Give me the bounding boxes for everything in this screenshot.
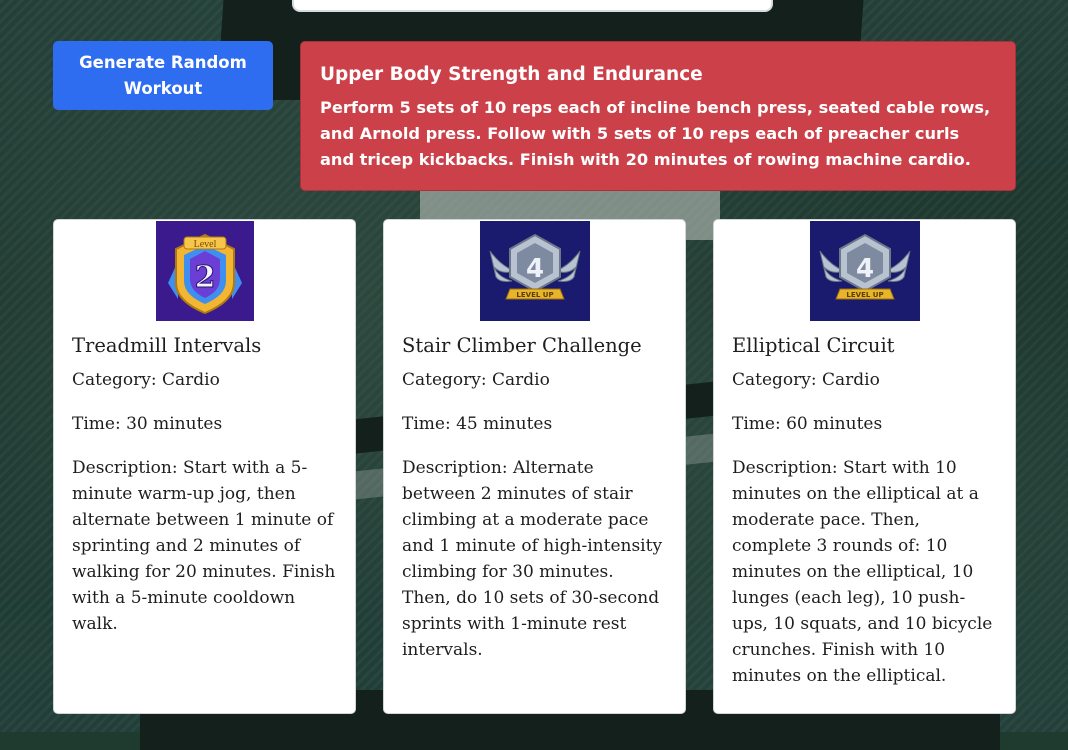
card-title: Treadmill Intervals — [72, 334, 262, 357]
card-body: Stair Climber Challenge Category: Cardio… — [402, 333, 667, 663]
card-body: Elliptical Circuit Category: Cardio Time… — [732, 333, 997, 689]
level-badge-icon: Level 2 — [155, 221, 254, 321]
workout-card: Level 2 Treadmill Intervals Category: Ca… — [53, 219, 356, 714]
badge-number: 2 — [194, 260, 215, 295]
workout-card: 4 LEVEL UP Elliptical Circuit Category: … — [713, 219, 1016, 714]
featured-workout-description: Perform 5 sets of 10 reps each of inclin… — [320, 98, 991, 169]
workout-card: 4 LEVEL UP Stair Climber Challenge Categ… — [383, 219, 686, 714]
card-time: Time: 45 minutes — [402, 414, 553, 434]
featured-workout-title: Upper Body Strength and Endurance — [320, 64, 703, 85]
card-category: Category: Cardio — [732, 370, 880, 390]
card-time: Time: 60 minutes — [732, 414, 883, 434]
badge-ribbon-text: LEVEL UP — [516, 291, 553, 299]
card-category: Category: Cardio — [402, 370, 550, 390]
featured-workout-alert: Upper Body Strength and Endurance Perfor… — [300, 41, 1016, 191]
level-up-badge-icon: 4 LEVEL UP — [479, 221, 590, 321]
card-time: Time: 30 minutes — [72, 414, 223, 434]
badge-ribbon-text: LEVEL UP — [846, 291, 883, 299]
card-title: Elliptical Circuit — [732, 334, 895, 357]
generate-random-workout-button[interactable]: Generate Random Workout — [53, 41, 273, 110]
badge-top-text: Level — [193, 239, 216, 250]
card-description: Description: Start with a 5-minute warm-… — [72, 458, 336, 634]
search-input[interactable] — [292, 0, 773, 12]
card-category: Category: Cardio — [72, 370, 220, 390]
card-title: Stair Climber Challenge — [402, 334, 642, 357]
badge-number: 4 — [525, 254, 543, 284]
card-description: Description: Alternate between 2 minutes… — [402, 458, 663, 660]
card-body: Treadmill Intervals Category: Cardio Tim… — [72, 333, 337, 637]
card-description: Description: Start with 10 minutes on th… — [732, 458, 993, 686]
level-up-badge-icon: 4 LEVEL UP — [809, 221, 920, 321]
badge-number: 4 — [855, 254, 873, 284]
